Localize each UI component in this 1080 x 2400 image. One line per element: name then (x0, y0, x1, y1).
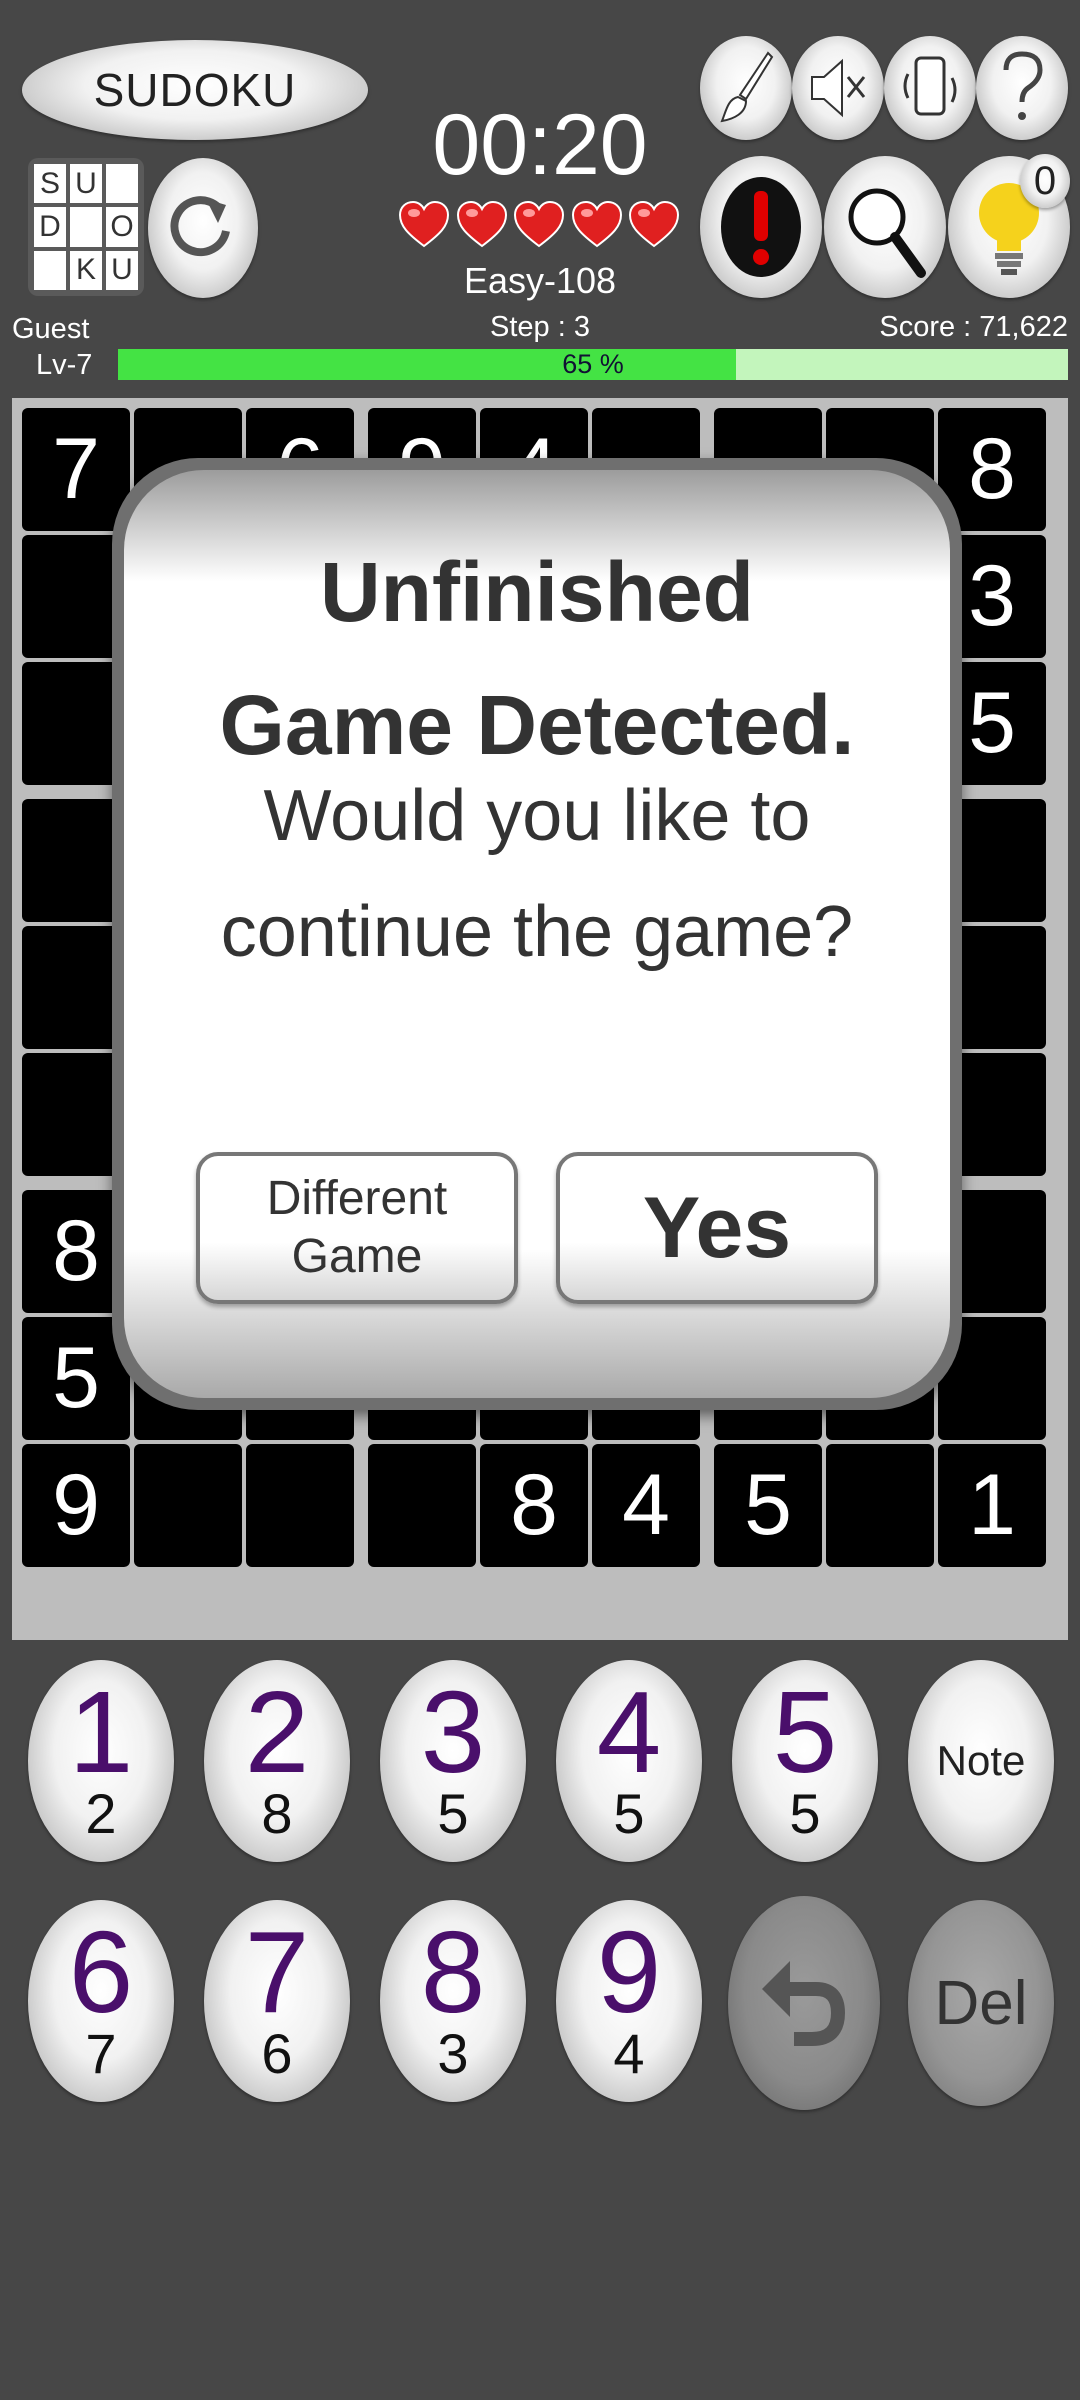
logo-tile: U (106, 250, 138, 290)
app-title-badge: SUDOKU (22, 40, 368, 140)
dialog-panel: Unfinished Game Detected. Would you like… (124, 470, 950, 1398)
undo-icon (762, 1961, 846, 2046)
logo-tile: D (34, 207, 66, 247)
logo-tile (34, 250, 66, 290)
magnifier-icon (848, 188, 926, 278)
help-icon (1003, 51, 1043, 120)
key-remaining-count: 8 (261, 1782, 293, 1845)
board-cell[interactable] (826, 1444, 934, 1567)
restart-button[interactable] (148, 158, 258, 298)
player-level: Lv-7 (36, 349, 93, 381)
hint-count: 0 (1033, 158, 1057, 203)
theme-button[interactable] (700, 36, 792, 140)
key-digit: 4 (596, 1667, 662, 1797)
vibrate-icon (903, 56, 957, 116)
different-game-label-line1: Different (266, 1172, 448, 1225)
board-cell[interactable]: 4 (592, 1444, 700, 1567)
heart-icon (456, 200, 507, 248)
player-name: Guest (12, 313, 90, 345)
unfinished-game-dialog: Unfinished Game Detected. Would you like… (112, 458, 962, 1410)
different-game-button[interactable]: Different Game (196, 1152, 518, 1304)
number-key[interactable]: 76 (204, 1900, 350, 2102)
heart-icon (571, 200, 622, 248)
number-key[interactable]: 35 (380, 1660, 526, 1862)
logo-tile (106, 164, 138, 204)
number-key[interactable]: 12 (28, 1660, 174, 1862)
board-cell[interactable]: 1 (938, 1444, 1046, 1567)
undo-button[interactable] (728, 1896, 880, 2110)
brush-icon (720, 51, 774, 123)
key-digit: 6 (68, 1907, 134, 2037)
puzzle-level: Easy-108 (463, 260, 617, 301)
key-remaining-count: 3 (437, 2022, 469, 2085)
key-digit: 3 (420, 1667, 486, 1797)
progress-label: 65 % (562, 349, 624, 379)
heart-icon (513, 200, 565, 248)
key-digit: 8 (420, 1907, 486, 2037)
check-errors-button[interactable] (700, 156, 822, 298)
key-remaining-count: 6 (261, 2022, 293, 2085)
search-button[interactable] (824, 156, 946, 298)
board-cell[interactable] (246, 1444, 354, 1567)
hint-count-badge: 0 (1020, 154, 1070, 208)
board-cell[interactable]: 5 (714, 1444, 822, 1567)
alert-icon (721, 177, 801, 277)
key-remaining-count: 2 (85, 1782, 117, 1845)
key-digit: 7 (244, 1907, 310, 2037)
note-button[interactable]: Note (908, 1660, 1054, 1862)
dialog-message: Would you like to continue the game? (220, 776, 854, 972)
restart-icon (170, 196, 230, 257)
key-digit: 9 (596, 1907, 662, 2037)
key-remaining-count: 5 (613, 1782, 645, 1845)
board-cell[interactable]: 8 (480, 1444, 588, 1567)
delete-button[interactable]: Del (908, 1900, 1054, 2106)
key-remaining-count: 5 (437, 1782, 469, 1845)
board-cell[interactable]: 7 (22, 408, 130, 531)
step-counter: Step : 3 (490, 311, 590, 343)
progress-bar: 65 % (118, 349, 1068, 380)
heart-icon (398, 200, 450, 248)
logo-tile: S (34, 164, 66, 204)
yes-label: Yes (642, 1179, 792, 1276)
number-key[interactable]: 67 (28, 1900, 174, 2102)
app-title: SUDOKU (93, 64, 297, 116)
sound-toggle-button[interactable] (792, 36, 884, 140)
sudoku-logo: SUDOKU (28, 158, 144, 296)
key-digit: 1 (68, 1667, 134, 1797)
logo-tile: K (70, 250, 102, 290)
yes-button[interactable]: Yes (556, 1152, 878, 1304)
key-remaining-count: 7 (85, 2022, 117, 2085)
delete-label: Del (934, 1968, 1028, 2038)
score-display: Score : 71,622 (879, 311, 1068, 343)
lives-hearts (398, 200, 680, 256)
dialog-title-line1: Unfinished (320, 545, 754, 639)
vibration-toggle-button[interactable] (884, 36, 976, 140)
logo-tile: O (106, 207, 138, 247)
heart-icon (628, 200, 680, 248)
key-digit: 2 (244, 1667, 310, 1797)
number-key[interactable]: 45 (556, 1660, 702, 1862)
game-timer: 00:20 (432, 97, 648, 193)
key-remaining-count: 4 (613, 2022, 645, 2085)
board-cell[interactable] (134, 1444, 242, 1567)
help-button[interactable] (976, 36, 1068, 140)
mute-icon (811, 58, 866, 118)
number-key[interactable]: 55 (732, 1660, 878, 1862)
number-key[interactable]: 94 (556, 1900, 702, 2102)
board-cell[interactable] (368, 1444, 476, 1567)
logo-tile: U (70, 164, 102, 204)
key-remaining-count: 5 (789, 1782, 821, 1845)
note-label: Note (936, 1737, 1026, 1784)
board-cell[interactable]: 9 (22, 1444, 130, 1567)
number-key[interactable]: 28 (204, 1660, 350, 1862)
key-digit: 5 (772, 1667, 838, 1797)
number-key[interactable]: 83 (380, 1900, 526, 2102)
different-game-label-line2: Game (291, 1230, 423, 1283)
logo-tile (70, 207, 102, 247)
